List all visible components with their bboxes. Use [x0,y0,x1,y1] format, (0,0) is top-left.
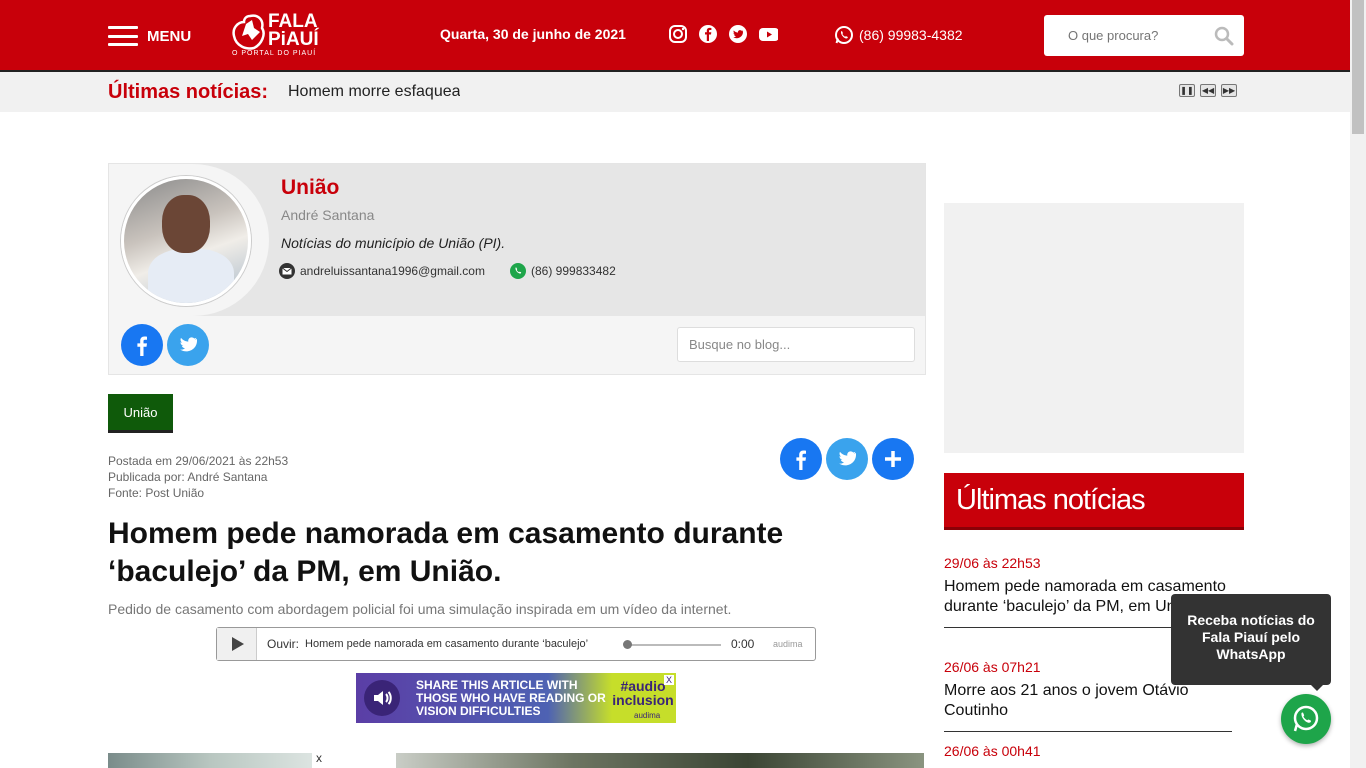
banner-text: SHARE THIS ARTICLE WITH THOSE WHO HAVE R… [416,677,606,718]
whatsapp-icon [510,263,526,279]
article-image-main [396,753,924,768]
sidebar-news-item[interactable]: 26/06 às 00h41 [944,743,1232,759]
facebook-icon [796,450,806,470]
page-scrollbar[interactable] [1350,0,1366,768]
image-close-button[interactable]: x [316,751,322,765]
sidebar-news-title[interactable]: Morre aos 21 anos o jovem Otávio Coutinh… [944,681,1232,721]
news-ticker: Últimas notícias: Homem morre esfaqueado… [0,72,1350,112]
blog-twitter-button[interactable] [167,324,209,366]
blog-email-text: andreluissantana1996@gmail.com [300,264,485,278]
header-phone-number: (86) 99983-4382 [859,27,963,43]
hamburger-icon [108,26,138,46]
menu-label: MENU [147,27,192,45]
blog-whatsapp[interactable]: (86) 999833482 [510,263,616,279]
banner-close-button[interactable]: X [664,675,674,685]
site-search-input[interactable] [1068,28,1198,43]
audio-progress-track[interactable] [625,644,721,646]
header-phone[interactable]: (86) 99983-4382 [834,25,963,45]
whatsapp-icon [835,26,853,44]
audio-inclusion-banner[interactable]: SHARE THIS ARTICLE WITH THOSE WHO HAVE R… [356,673,676,723]
audio-brand: audima [773,639,803,649]
facebook-icon [137,336,147,356]
audio-progress-handle[interactable] [623,640,632,649]
email-icon [279,263,295,279]
blog-author: André Santana [281,207,375,223]
audio-play-button[interactable] [217,628,257,660]
top-header: MENU FALA PiAUÍ O PORTAL DO PIAUÍ Quarta… [0,0,1350,72]
search-icon[interactable] [1214,26,1234,46]
blog-description: Notícias do município de União (PI). [281,235,506,251]
article-headline: Homem pede namorada em casamento durante… [108,517,784,588]
article-source: Fonte: Post União [108,486,205,500]
ticker-next-button[interactable]: ▶▶ [1221,84,1237,97]
play-icon [231,637,244,651]
audio-time: 0:00 [731,637,755,651]
audio-player: Ouvir: Homem pede namorada em casamento … [216,627,816,661]
twitter-icon[interactable] [728,24,748,44]
logo-tagline: O PORTAL DO PIAUÍ [232,50,317,57]
blog-profile-card: União André Santana Notícias do municípi… [108,163,926,375]
blog-search-input[interactable]: Busque no blog... [677,327,915,362]
site-search[interactable] [1044,15,1244,56]
banner-brand: audima [634,711,661,720]
blog-facebook-button[interactable] [121,324,163,366]
whatsapp-float-button[interactable] [1281,694,1331,744]
logo-text-line2: PiAUÍ [268,29,319,50]
current-date: Quarta, 30 de junho de 2021 [440,26,626,42]
share-facebook-button[interactable] [780,438,822,480]
twitter-icon [180,337,198,352]
advertisement-slot [944,203,1244,453]
instagram-icon[interactable] [668,24,688,44]
facebook-icon[interactable] [698,24,718,44]
social-links [668,24,778,44]
ticker-label: Últimas notícias: [108,81,269,103]
share-twitter-button[interactable] [826,438,868,480]
audio-title: Homem pede namorada em casamento durante… [305,638,589,650]
whatsapp-tooltip: Receba notícias do Fala Piauí pelo Whats… [1171,594,1331,691]
sidebar-news-date: 26/06 às 00h41 [944,743,1041,759]
article-meta: Postada em 29/06/2021 às 22h53 Publicada… [108,453,288,501]
youtube-icon[interactable] [758,24,778,44]
blog-profile-header: União André Santana Notícias do municípi… [109,164,925,316]
plus-icon [885,451,901,467]
menu-button[interactable]: MENU [108,26,191,46]
share-buttons [780,438,914,480]
audio-label: Ouvir: [267,637,300,651]
blog-whatsapp-number: (86) 999833482 [531,264,616,278]
scrollbar-thumb[interactable] [1352,0,1364,134]
article-author: Publicada por: André Santana [108,470,268,484]
article-posted-date: Postada em 29/06/2021 às 22h53 [108,454,289,468]
share-more-button[interactable] [872,438,914,480]
blog-title[interactable]: União [281,176,339,200]
avatar-background [109,164,269,316]
site-logo[interactable]: FALA PiAUÍ O PORTAL DO PIAUÍ [228,10,332,60]
author-avatar [121,176,251,306]
sidebar-heading: Últimas notícias [944,473,1244,530]
article-subheadline: Pedido de casamento com abordagem polici… [108,601,732,617]
category-tag[interactable]: União [108,394,173,433]
ticker-previous-button[interactable]: ◀◀ [1200,84,1216,97]
ticker-text[interactable]: Homem morre esfaqueado [288,83,460,101]
whatsapp-icon [1293,705,1319,732]
twitter-icon [839,451,857,466]
blog-email[interactable]: andreluissantana1996@gmail.com [279,263,485,279]
sidebar-news-date: 29/06 às 22h53 [944,555,1041,571]
article-image-left [108,753,312,768]
speaker-icon [364,680,400,716]
logo-map-icon [232,14,265,50]
ticker-pause-button[interactable]: ❚❚ [1179,84,1195,97]
divider [944,731,1232,732]
